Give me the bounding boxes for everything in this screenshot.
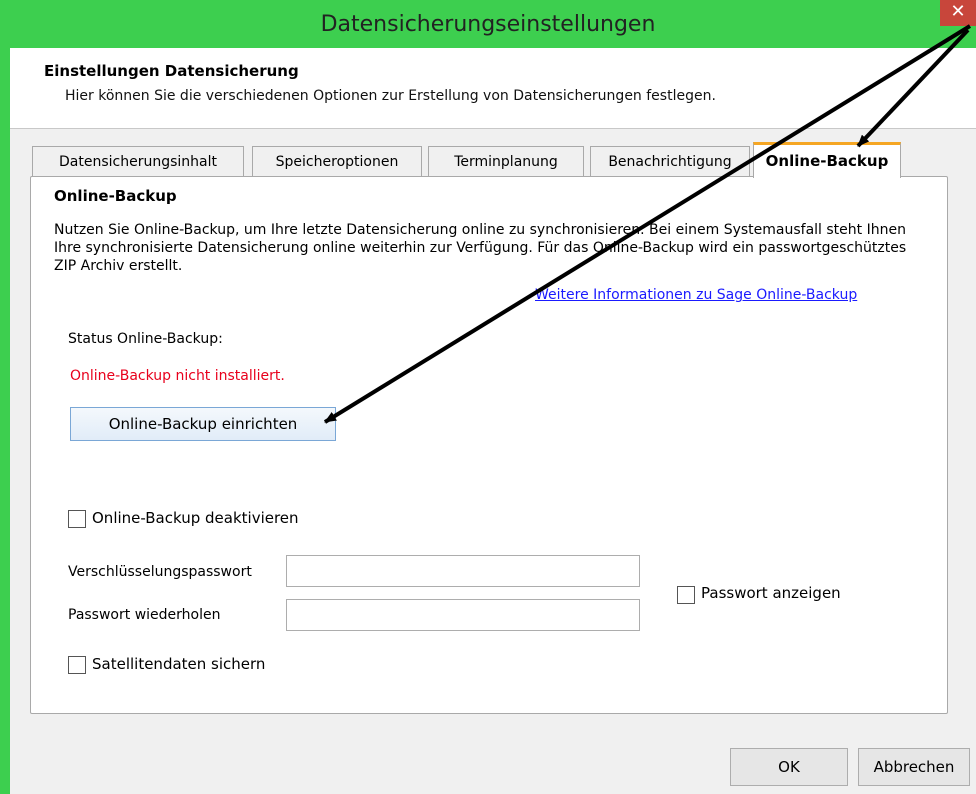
close-button[interactable]: ✕ (940, 0, 976, 26)
header-subtitle: Hier können Sie die verschiedenen Option… (65, 88, 716, 104)
online-backup-panel: Online-Backup Nutzen Sie Online-Backup, … (30, 176, 948, 714)
password-label: Verschlüsselungspasswort (68, 564, 252, 580)
tab-speicheroptionen[interactable]: Speicheroptionen (252, 146, 422, 176)
tab-terminplanung[interactable]: Terminplanung (428, 146, 584, 176)
window-title: Datensicherungseinstellungen (320, 12, 656, 37)
satellite-checkbox[interactable] (68, 656, 86, 674)
status-value: Online-Backup nicht installiert. (70, 368, 285, 384)
satellite-label: Satellitendaten sichern (92, 655, 266, 673)
tab-datensicherungsinhalt[interactable]: Datensicherungsinhalt (32, 146, 244, 176)
info-link[interactable]: Weitere Informationen zu Sage Online-Bac… (535, 287, 857, 303)
settings-dialog: Datensicherungseinstellungen ✕ Einstellu… (0, 0, 976, 794)
cancel-button[interactable]: Abbrechen (858, 748, 970, 786)
password-input[interactable] (286, 555, 640, 587)
panel-description: Nutzen Sie Online-Backup, um Ihre letzte… (54, 222, 907, 274)
repeat-password-label: Passwort wiederholen (68, 607, 221, 623)
repeat-password-input[interactable] (286, 599, 640, 631)
title-bar: Datensicherungseinstellungen ✕ (0, 0, 976, 48)
window-border (0, 48, 10, 794)
deactivate-checkbox[interactable] (68, 510, 86, 528)
tab-benachrichtigung[interactable]: Benachrichtigung (590, 146, 750, 176)
tab-online-backup[interactable]: Online-Backup (753, 142, 901, 178)
show-password-checkbox[interactable] (677, 586, 695, 604)
deactivate-label: Online-Backup deaktivieren (92, 509, 299, 527)
dialog-header: Einstellungen Datensicherung Hier können… (10, 48, 976, 129)
header-title: Einstellungen Datensicherung (44, 62, 299, 80)
show-password-label: Passwort anzeigen (701, 584, 841, 602)
panel-title: Online-Backup (54, 187, 177, 205)
setup-online-backup-button[interactable]: Online-Backup einrichten (70, 407, 336, 441)
status-label: Status Online-Backup: (68, 331, 223, 347)
ok-button[interactable]: OK (730, 748, 848, 786)
